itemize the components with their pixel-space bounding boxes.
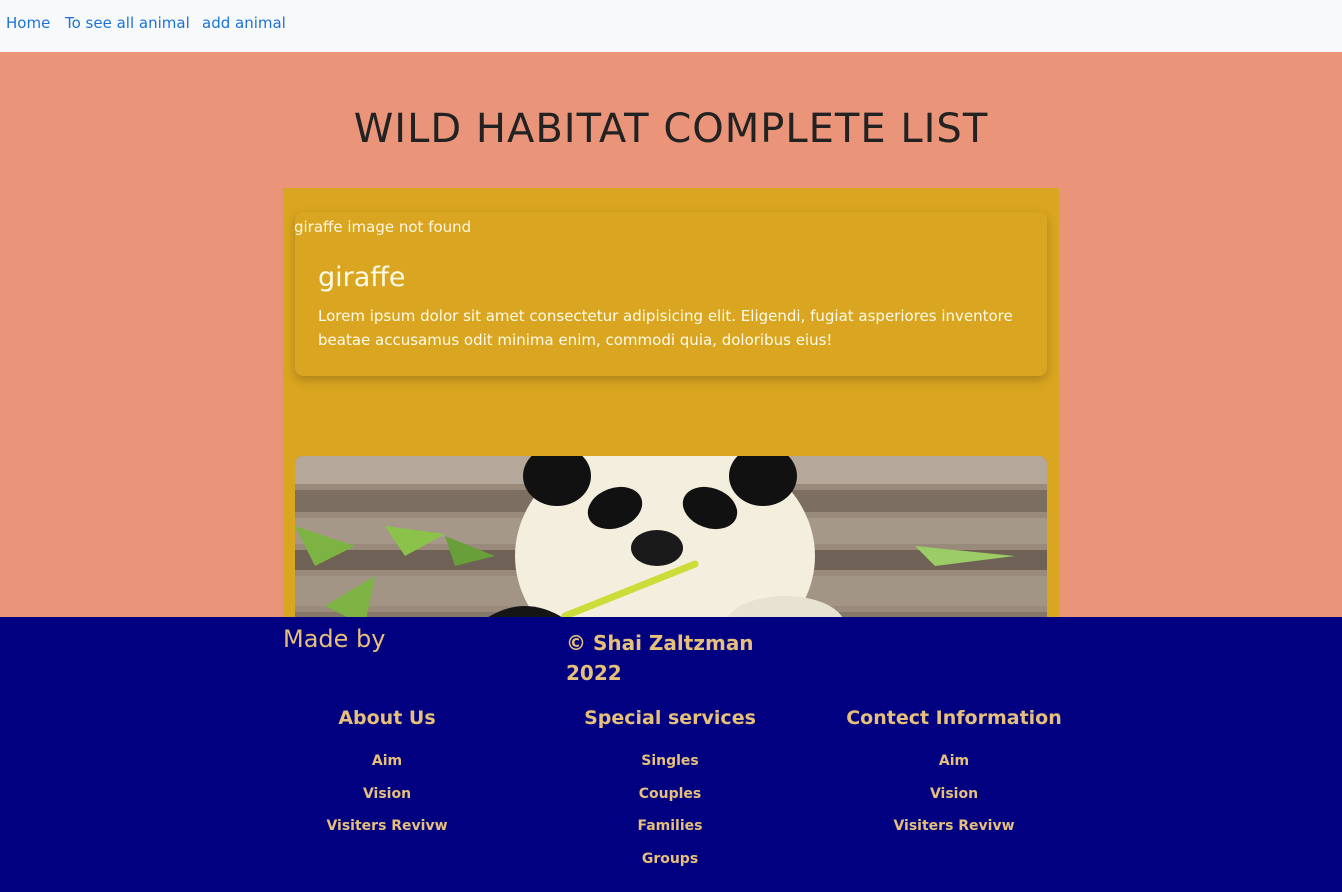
panda-image [295, 456, 1047, 618]
page-footer: Made by © Shai Zaltzman 2022 About Us Ai… [0, 617, 1342, 892]
footer-column-contact: Contect Information Aim Vision Visiters … [839, 707, 1069, 849]
footer-column-title: Contect Information [846, 707, 1062, 729]
animal-card[interactable]: giraffe image not found giraffe Lorem ip… [294, 212, 1047, 376]
animal-name: giraffe [318, 262, 406, 293]
footer-column-services: Special services Singles Couples Familie… [555, 707, 785, 881]
top-navbar: Home To see all animal add animal [0, 0, 1342, 52]
panda-photo[interactable] [295, 456, 1047, 618]
nav-link-home[interactable]: Home [6, 14, 50, 32]
copyright-text: © Shai Zaltzman 2022 [566, 631, 754, 685]
animal-description: Lorem ipsum dolor sit amet consectetur a… [318, 307, 1013, 349]
footer-link-groups[interactable]: Groups [555, 849, 785, 882]
footer-link-families[interactable]: Families [555, 816, 785, 849]
animal-image-alt-text: giraffe image not found [294, 218, 472, 236]
footer-column-title: About Us [338, 707, 436, 729]
footer-link-aim[interactable]: Aim [839, 751, 1069, 784]
footer-link-couples[interactable]: Couples [555, 784, 785, 817]
footer-link-vision[interactable]: Vision [839, 784, 1069, 817]
page-title: WILD HABITAT COMPLETE LIST [353, 106, 989, 152]
nav-link-add-animal[interactable]: add animal [202, 14, 286, 32]
animal-list-panel: giraffe image not found giraffe Lorem ip… [283, 188, 1059, 618]
footer-link-aim[interactable]: Aim [272, 751, 502, 784]
nav-link-all-animals[interactable]: To see all animal [65, 14, 190, 32]
footer-link-reviews[interactable]: Visiters Revivw [839, 816, 1069, 849]
footer-column-about: About Us Aim Vision Visiters Revivw [272, 707, 502, 849]
made-by-label: Made by [283, 625, 386, 653]
footer-link-reviews[interactable]: Visiters Revivw [272, 816, 502, 849]
footer-column-title: Special services [584, 707, 756, 729]
footer-link-singles[interactable]: Singles [555, 751, 785, 784]
footer-link-vision[interactable]: Vision [272, 784, 502, 817]
